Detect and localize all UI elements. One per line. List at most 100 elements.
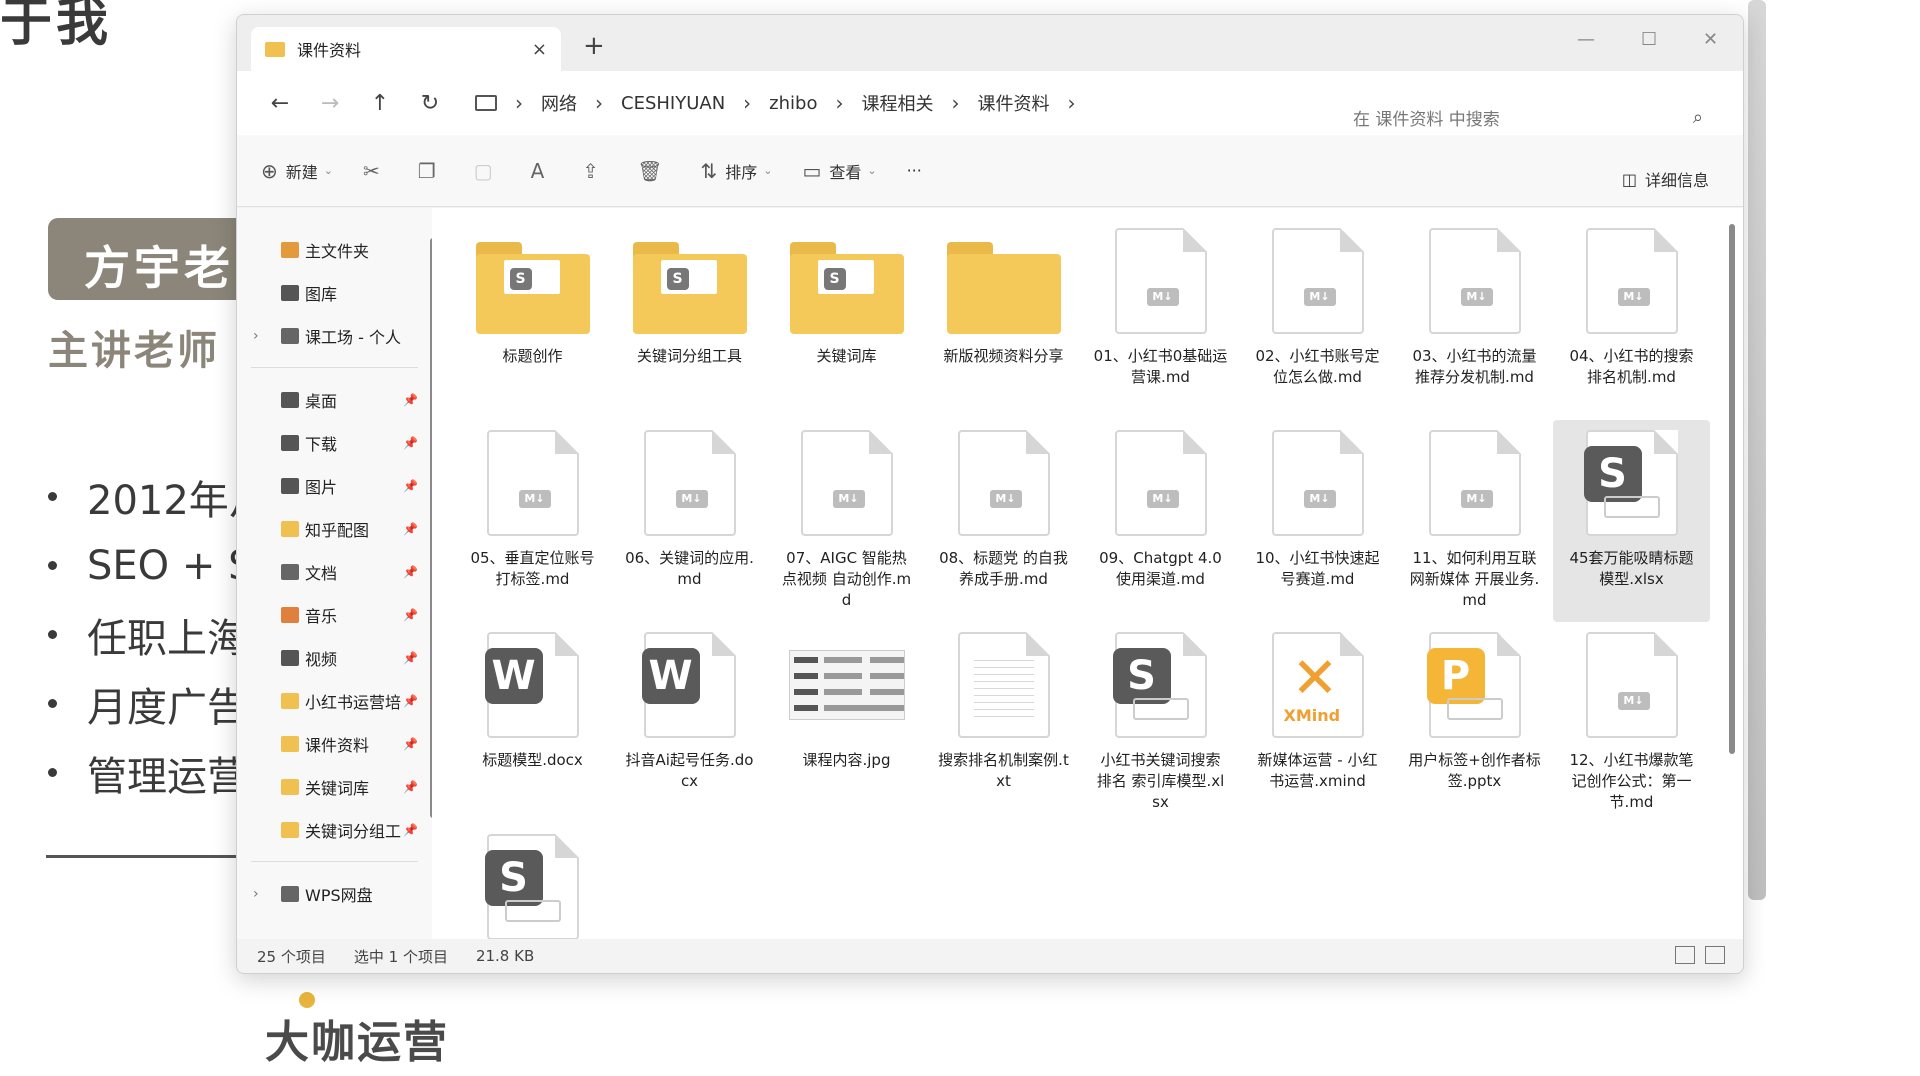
file-item[interactable]: M↓ 08、标题党 的自我养成手册.md [925, 420, 1082, 622]
sidebar-item[interactable]: 图库 [237, 271, 432, 314]
file-item[interactable]: M↓ 10、小红书快速起号赛道.md [1239, 420, 1396, 622]
chevron-right-icon[interactable]: › [951, 91, 959, 115]
markdown-file-icon: M↓ [1417, 228, 1533, 334]
breadcrumb: › 网络 › CESHIYUAN › zhibo › 课程相关 › 课件资料 › [475, 90, 1093, 116]
sidebar-item[interactable]: 主文件夹 [237, 228, 432, 271]
new-tab-button[interactable]: + [583, 31, 605, 61]
sidebar-item[interactable]: › WPS网盘 [237, 872, 432, 915]
file-item[interactable]: 搜索排名机制案例.txt [925, 622, 1082, 824]
back-button[interactable]: ← [255, 91, 305, 116]
details-pane-button[interactable]: ◫ 详细信息 [1622, 167, 1709, 191]
file-item[interactable]: M↓ 11、如何利用互联网新媒体 开展业务.md [1396, 420, 1553, 622]
delete-icon[interactable]: 🗑 [637, 159, 662, 183]
search-input[interactable]: 在 课件资料 中搜索 [1353, 105, 1693, 130]
refresh-button[interactable]: ↻ [405, 91, 455, 116]
file-item[interactable]: S 标题创作 [454, 218, 611, 420]
sidebar-item[interactable]: 关键词库 📌 [237, 765, 432, 808]
tab-current-folder[interactable]: 课件资料 × [251, 27, 561, 71]
file-item[interactable]: M↓ 09、Chatgpt 4.0使用渠道.md [1082, 420, 1239, 622]
sidebar-item[interactable]: 知乎配图 📌 [237, 507, 432, 550]
file-item[interactable]: M↓ 06、关键词的应用.md [611, 420, 768, 622]
file-item[interactable]: 新版视频资料分享 [925, 218, 1082, 420]
file-item[interactable]: M↓ 12、小红书爆款笔记创作公式：第一节.md [1553, 622, 1710, 824]
details-view-button[interactable] [1675, 946, 1695, 964]
markdown-file-icon: M↓ [1103, 430, 1219, 536]
sidebar-item[interactable]: 音乐 📌 [237, 593, 432, 636]
pin-icon: 📌 [403, 478, 418, 493]
content-scrollbar[interactable] [1729, 224, 1735, 754]
file-item[interactable]: S 关键词分组工具 [611, 218, 768, 420]
computer-icon[interactable] [475, 95, 497, 111]
file-item[interactable]: M↓ 03、小红书的流量推荐分发机制.md [1396, 218, 1553, 420]
rename-icon[interactable]: A [531, 159, 545, 183]
cut-icon[interactable]: ✂ [363, 159, 380, 183]
file-item[interactable]: M↓ 01、小红书0基础运营课.md [1082, 218, 1239, 420]
sidebar-item[interactable]: › 课工场 - 个人 [237, 314, 432, 357]
sidebar-item[interactable]: 文档 📌 [237, 550, 432, 593]
file-name: 新版视频资料分享 [943, 347, 1064, 365]
chevron-right-icon[interactable]: › [743, 91, 751, 115]
file-name: 03、小红书的流量推荐分发机制.md [1412, 347, 1537, 386]
file-item[interactable]: W 标题模型.docx [454, 622, 611, 824]
sidebar-item[interactable]: 视频 📌 [237, 636, 432, 679]
sidebar-item[interactable]: 关键词分组工 📌 [237, 808, 432, 851]
search-box[interactable]: 在 课件资料 中搜索 ⌕ [1353, 99, 1703, 135]
large-icons-view-button[interactable] [1705, 946, 1725, 964]
home-icon [281, 241, 299, 258]
file-item[interactable]: M↓ 07、AIGC 智能热点视频 自动创作.md [768, 420, 925, 622]
file-name: 搜索排名机制案例.txt [938, 751, 1069, 790]
breadcrumb-item[interactable]: 网络 [541, 90, 577, 116]
tab-close-button[interactable]: × [532, 39, 547, 60]
close-button[interactable]: ✕ [1703, 29, 1718, 50]
file-item[interactable]: ✕ XMind 新媒体运营 - 小红书运营.xmind [1239, 622, 1396, 824]
paste-icon[interactable]: ▢ [474, 159, 493, 183]
sidebar-item[interactable]: 下载 📌 [237, 421, 432, 464]
sidebar-item[interactable]: 课件资料 📌 [237, 722, 432, 765]
more-options-button[interactable]: ··· [907, 161, 922, 180]
pictures-icon [281, 477, 299, 494]
pin-icon: 📌 [403, 435, 418, 450]
file-item[interactable]: S 关键词库 [768, 218, 925, 420]
chevron-right-icon[interactable]: › [253, 328, 259, 344]
file-item[interactable]: S 小红书关键词搜索排名 索引库模型.xlsx [1082, 622, 1239, 824]
new-button[interactable]: ⊕ 新建 ⌄ [261, 159, 333, 183]
pin-icon: 📌 [403, 779, 418, 794]
sidebar-item-label: 关键词库 [305, 778, 370, 798]
sidebar-item[interactable]: 桌面 📌 [237, 378, 432, 421]
file-name: 标题模型.docx [482, 751, 583, 769]
file-item[interactable]: M↓ 02、小红书账号定位怎么做.md [1239, 218, 1396, 420]
chevron-right-icon[interactable]: › [515, 91, 523, 115]
view-button[interactable]: ▭ 查看 ⌄ [802, 159, 876, 183]
share-icon[interactable]: ⇪ [582, 159, 599, 183]
breadcrumb-item[interactable]: zhibo [769, 93, 817, 114]
title-bar: 课件资料 × + — ☐ ✕ [237, 15, 1743, 71]
file-item[interactable]: W 抖音Ai起号任务.docx [611, 622, 768, 824]
chevron-right-icon[interactable]: › [253, 886, 259, 902]
documents-icon [281, 563, 299, 580]
chevron-right-icon[interactable]: › [1067, 91, 1075, 115]
file-name: 11、如何利用互联网新媒体 开展业务.md [1409, 549, 1540, 609]
pin-icon: 📌 [403, 650, 418, 665]
file-item[interactable]: M↓ 05、垂直定位账号打标签.md [454, 420, 611, 622]
copy-icon[interactable]: ❐ [418, 159, 436, 183]
file-item[interactable]: 课程内容.jpg [768, 622, 925, 824]
file-item[interactable]: S 45套万能吸睛标题模型.xlsx [1553, 420, 1710, 622]
file-name: 06、关键词的应用.md [625, 549, 754, 588]
breadcrumb-item[interactable]: 课件资料 [977, 90, 1049, 116]
file-item[interactable]: P 用户标签+创作者标签.pptx [1396, 622, 1553, 824]
sidebar-item[interactable]: 图片 📌 [237, 464, 432, 507]
sidebar-item[interactable]: 小红书运营培 📌 [237, 679, 432, 722]
breadcrumb-item[interactable]: 课程相关 [861, 90, 933, 116]
sidebar-item-label: 桌面 [305, 391, 338, 411]
minimize-button[interactable]: — [1577, 29, 1595, 50]
maximize-button[interactable]: ☐ [1641, 29, 1657, 50]
breadcrumb-item[interactable]: CESHIYUAN [621, 93, 725, 114]
sort-button[interactable]: ⇅ 排序 ⌄ [700, 159, 772, 183]
forward-button[interactable]: → [305, 91, 355, 116]
music-icon [281, 606, 299, 623]
file-item[interactable]: M↓ 04、小红书的搜索排名机制.md [1553, 218, 1710, 420]
file-grid: S 标题创作 S 关键词分组工具 S 关键词库 新版视频资料分享 M↓ 01、小红书0基础运营课… [454, 218, 1743, 973]
chevron-right-icon[interactable]: › [595, 91, 603, 115]
up-button[interactable]: ↑ [355, 91, 405, 116]
chevron-right-icon[interactable]: › [835, 91, 843, 115]
